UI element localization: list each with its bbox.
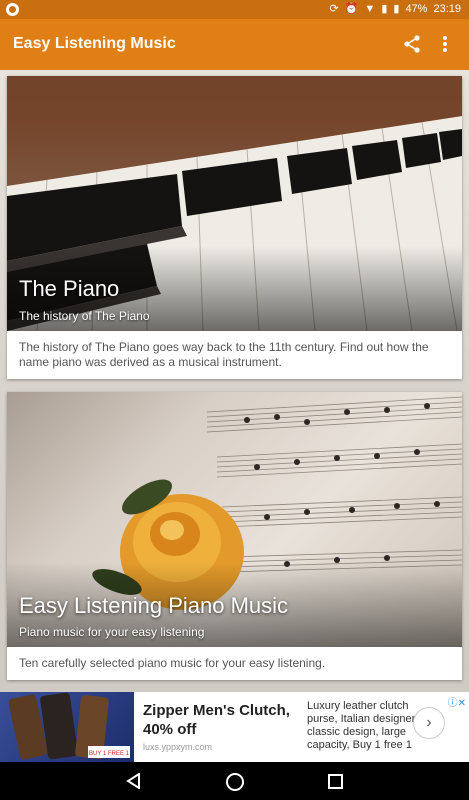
- more-vert-icon[interactable]: [436, 33, 454, 55]
- card-title: Easy Listening Piano Music: [19, 593, 289, 618]
- status-bar: ⟳ ⏰ ▼ ▮ ▮ 47% 23:19: [0, 0, 469, 19]
- recent-apps-icon[interactable]: [328, 774, 343, 789]
- app-bar: Easy Listening Music: [0, 19, 469, 70]
- chevron-right-icon[interactable]: ›: [413, 707, 445, 739]
- card-the-piano[interactable]: The Piano The history of The Piano The h…: [7, 76, 462, 379]
- home-icon[interactable]: [226, 773, 244, 791]
- sync-icon: ⟳: [329, 3, 339, 15]
- notification-icon: [6, 3, 19, 16]
- card-title: The Piano: [19, 276, 120, 301]
- signal-icon: ▮: [381, 3, 388, 15]
- clock: 23:19: [433, 3, 461, 15]
- ad-url[interactable]: luxs.yppxym.com: [143, 742, 212, 752]
- sheet-music-image: Easy Listening Piano Music Piano music f…: [7, 392, 462, 647]
- wifi-icon: ▼: [364, 3, 376, 15]
- back-icon[interactable]: [126, 772, 142, 794]
- app-title: Easy Listening Music: [13, 35, 176, 52]
- battery-icon: ▮: [393, 3, 400, 15]
- card-subtitle: Piano music for your easy listening: [19, 625, 205, 639]
- ad-choices-icon[interactable]: ⓘ✕: [448, 694, 466, 709]
- ad-banner[interactable]: BUY 1 FREE 1 Zipper Men's Clutch, 40% of…: [0, 692, 469, 762]
- navigation-bar: [0, 762, 469, 800]
- battery-level: 47%: [405, 3, 428, 15]
- alarm-icon: ⏰: [344, 3, 359, 15]
- ad-body[interactable]: Luxury leather clutch purse, Italian des…: [307, 700, 417, 752]
- card-easy-listening-piano-music[interactable]: Easy Listening Piano Music Piano music f…: [7, 392, 462, 680]
- ad-headline[interactable]: Zipper Men's Clutch, 40% off: [143, 701, 298, 739]
- ad-image[interactable]: BUY 1 FREE 1: [0, 692, 134, 762]
- ad-image-badge: BUY 1 FREE 1: [89, 751, 130, 757]
- card-description: Ten carefully selected piano music for y…: [19, 656, 326, 670]
- share-icon[interactable]: [401, 33, 423, 55]
- card-subtitle: The history of The Piano: [19, 309, 150, 323]
- piano-image: The Piano The history of The Piano: [7, 76, 462, 331]
- card-feed[interactable]: The Piano The history of The Piano The h…: [0, 70, 469, 692]
- card-description: The history of The Piano goes way back t…: [19, 340, 429, 369]
